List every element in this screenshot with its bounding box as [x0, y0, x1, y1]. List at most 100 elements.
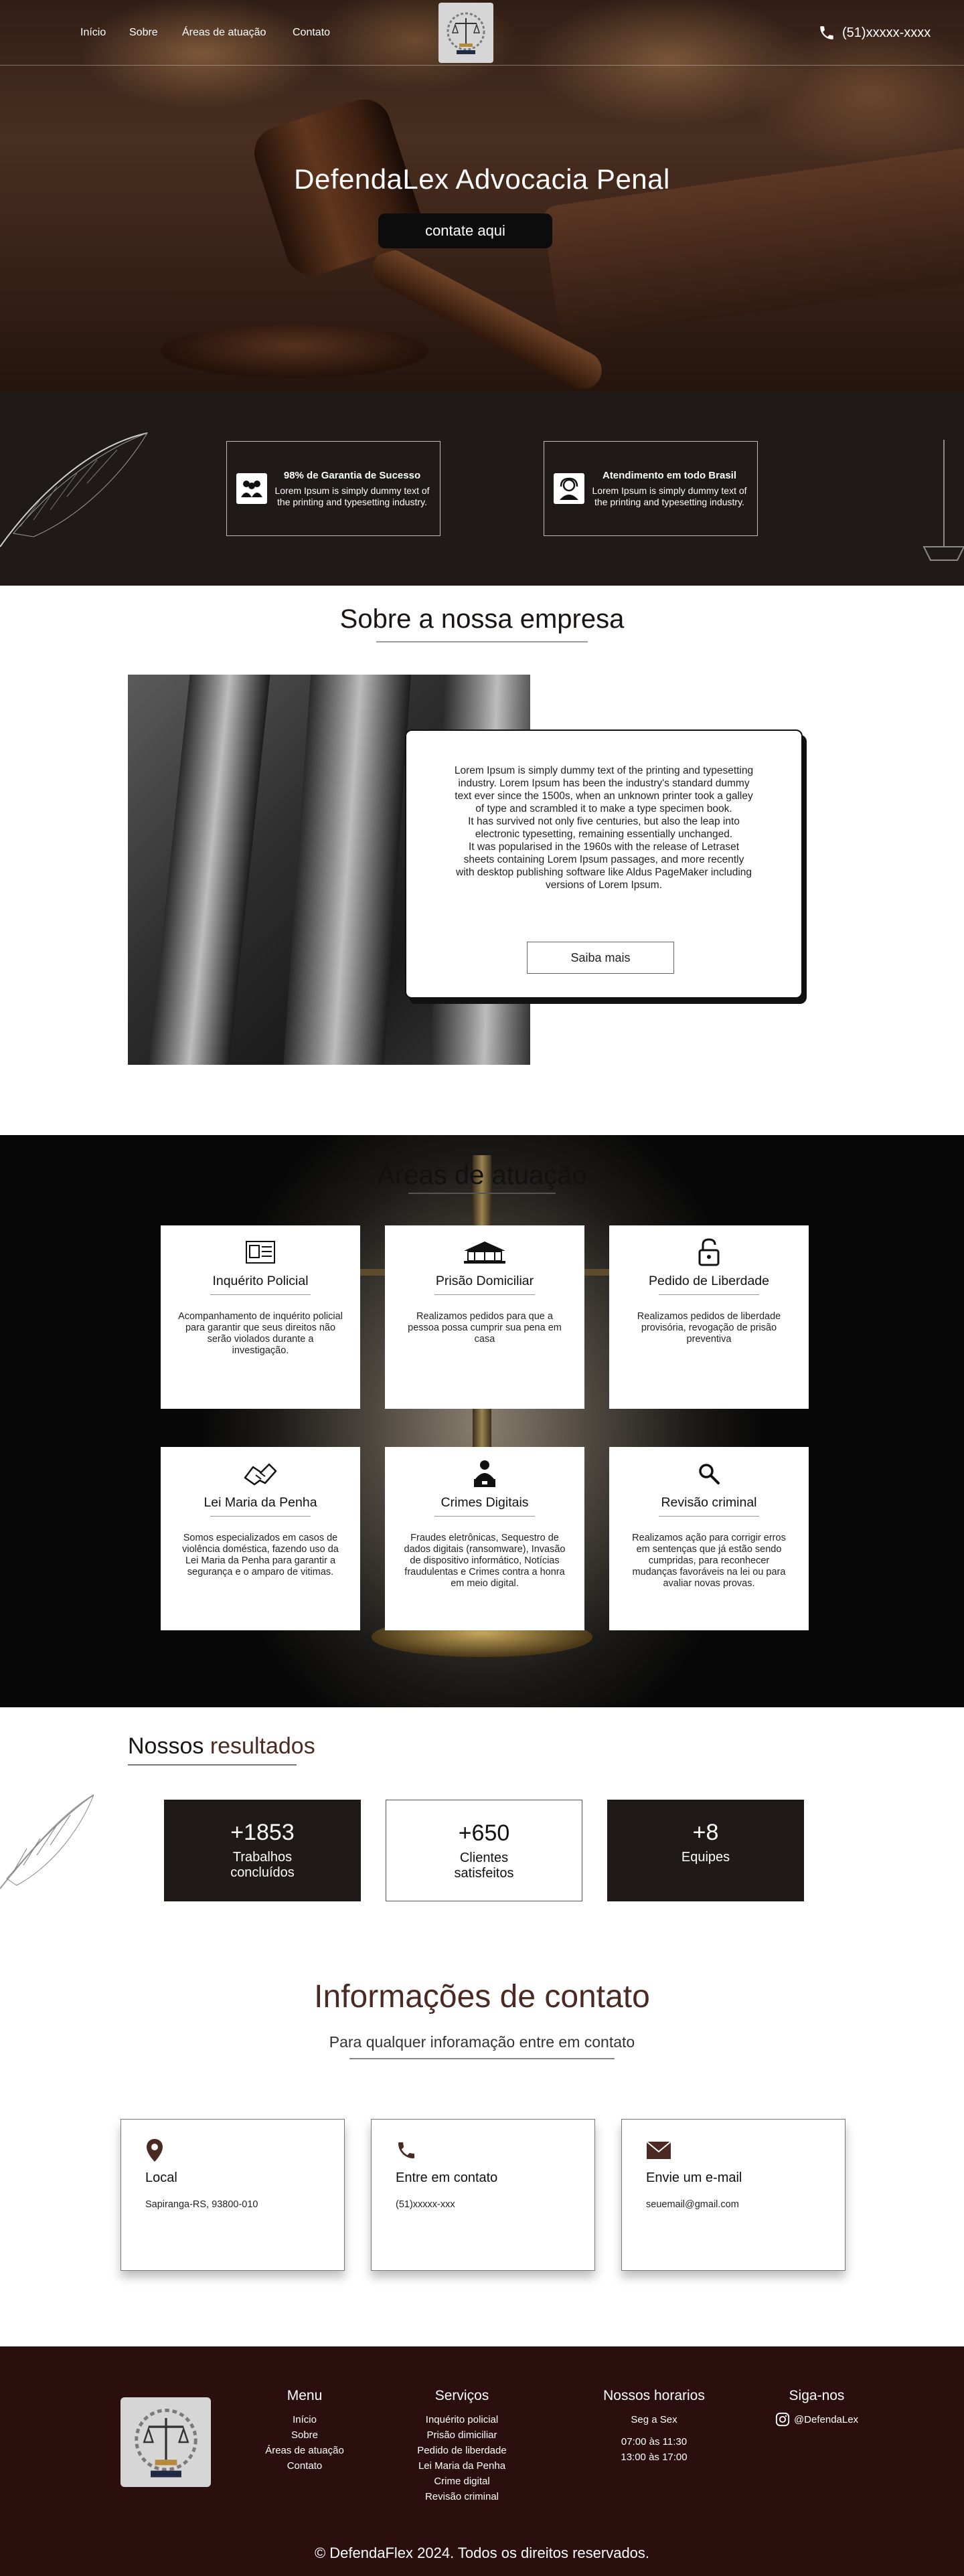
phone-icon	[396, 2137, 570, 2164]
instagram-handle: @DefendaLex	[793, 2413, 859, 2425]
instagram-link[interactable]: @DefendaLex	[756, 2412, 877, 2427]
contact-card-value[interactable]: (51)xxxxx-xxx	[396, 2199, 570, 2210]
footer-menu-link[interactable]: Início	[261, 2412, 348, 2427]
area-description: Somos especializados em casos de violênc…	[182, 1533, 339, 1577]
contact-subtitle: Para qualquer inforamação entre em conta…	[329, 2033, 635, 2051]
column-shape	[143, 675, 273, 1065]
scales-logo-icon	[447, 12, 485, 54]
nav-link-contato[interactable]: Contato	[293, 27, 330, 39]
footer-social: Siga-nos @DefendaLex	[756, 2388, 877, 2427]
area-title: Revisão criminal	[661, 1495, 757, 1510]
handshake-icon	[161, 1460, 360, 1487]
feather-quill-icon	[0, 432, 149, 547]
footer-hours-days: Seg a Sex	[631, 2414, 677, 2425]
stat-completed-works: +1853 Trabalhos concluídos	[164, 1800, 361, 1901]
nav-link-inicio[interactable]: Início	[80, 27, 106, 39]
contact-card-value[interactable]: seuemail@gmail.com	[646, 2199, 821, 2210]
stat-label: Equipes	[681, 1850, 730, 1865]
footer-logo[interactable]	[120, 2397, 211, 2487]
police-file-icon	[161, 1239, 360, 1266]
area-title-underline	[434, 1294, 535, 1295]
contact-card-title: Local	[145, 2170, 177, 2185]
area-title: Pedido de Liberdade	[649, 1274, 769, 1288]
area-title: Lei Maria da Penha	[204, 1495, 317, 1510]
header-phone-number: (51)xxxxx-xxxx	[842, 25, 931, 40]
area-title: Crimes Digitais	[440, 1495, 529, 1510]
footer-menu-link[interactable]: Áreas de atuação	[261, 2443, 348, 2458]
footer-menu-link[interactable]: Sobre	[261, 2427, 348, 2443]
area-description: Fraudes eletrônicas, Sequestro de dados …	[404, 1533, 566, 1589]
footer-service-link[interactable]: Revisão criminal	[402, 2489, 522, 2504]
footer-hours: Nossos horarios Seg a Sex 07:00 às 11:30…	[587, 2388, 721, 2465]
area-title: Prisão Domiciliar	[435, 1274, 534, 1288]
stat-value: +8	[692, 1820, 719, 1845]
instagram-icon	[775, 2412, 790, 2427]
stat-satisfied-clients: +650 Clientes satisfeitos	[386, 1800, 582, 1901]
area-card-pedido-liberdade[interactable]: Pedido de Liberdade Realizamos pedidos d…	[609, 1225, 809, 1409]
column-shape	[278, 675, 412, 1065]
top-navigation: Início Sobre Áreas de atuação Contato (5…	[0, 0, 964, 66]
phone-icon	[820, 26, 833, 39]
footer-menu-title: Menu	[287, 2388, 323, 2403]
feature-title: 98% de Garantia de Sucesso	[283, 469, 421, 481]
stat-label: concluídos	[230, 1865, 295, 1880]
envelope-icon	[646, 2137, 821, 2164]
scales-logo-icon	[134, 2409, 197, 2478]
team-icon	[236, 473, 267, 504]
footer-services: Serviços Inquérito policial Prisão dimic…	[402, 2388, 522, 2504]
area-card-revisao-criminal[interactable]: Revisão criminal Realizamos ação para co…	[609, 1447, 809, 1630]
practice-areas-section: Áreas de atuação Inquérito Policial Acom…	[0, 1135, 964, 1707]
contact-card-title: Envie um e-mail	[646, 2170, 742, 2185]
about-card: Lorem Ipsum is simply dummy text of the …	[405, 729, 803, 999]
footer-service-link[interactable]: Crime digital	[402, 2474, 522, 2489]
nav-link-sobre[interactable]: Sobre	[129, 27, 158, 39]
scales-decoration-icon	[922, 440, 964, 561]
footer-service-link[interactable]: Pedido de liberdade	[402, 2443, 522, 2458]
area-card-maria-da-penha[interactable]: Lei Maria da Penha Somos especializados …	[161, 1447, 360, 1630]
contact-card-value: Sapiranga-RS, 93800-010	[145, 2199, 258, 2210]
results-title: Nossos resultados	[128, 1733, 315, 1759]
about-title: Sobre a nossa empresa	[339, 604, 625, 634]
area-card-prisao-domiciliar[interactable]: Prisão Domiciliar Realizamos pedidos par…	[385, 1225, 584, 1409]
footer-hours-slot: 07:00 às 11:30	[621, 2436, 688, 2448]
contact-cta-button[interactable]: contate aqui	[378, 213, 552, 248]
site-logo[interactable]	[438, 3, 493, 63]
area-description: Realizamos pedidos para que a pessoa pos…	[408, 1311, 562, 1345]
nav-link-areas[interactable]: Áreas de atuação	[182, 27, 266, 39]
stat-value: +1853	[230, 1820, 295, 1845]
feature-text: Lorem Ipsum is simply dummy text of the …	[592, 485, 747, 507]
results-title-underline	[128, 1764, 297, 1766]
computer-user-icon	[385, 1460, 584, 1487]
area-card-inquerito[interactable]: Inquérito Policial Acompanhamento de inq…	[161, 1225, 360, 1409]
header-phone[interactable]: (51)xxxxx-xxxx	[818, 24, 931, 41]
area-description: Realizamos pedidos de liberdade provisór…	[637, 1311, 781, 1345]
area-description: Realizamos ação para corrigir erros em s…	[632, 1533, 786, 1589]
unlock-icon	[609, 1238, 809, 1266]
feather-quill-icon	[0, 1794, 94, 1889]
learn-more-button[interactable]: Saiba mais	[527, 942, 674, 974]
area-title-underline	[659, 1516, 759, 1517]
house-icon	[385, 1239, 584, 1266]
contact-card-location: Local Sapiranga-RS, 93800-010	[120, 2119, 345, 2271]
footer-menu: Menu Início Sobre Áreas de atuação Conta…	[261, 2388, 348, 2474]
area-title-underline	[434, 1516, 535, 1517]
results-title-highlight: resultados	[210, 1733, 315, 1759]
location-pin-icon	[145, 2137, 320, 2164]
stat-label: Trabalhos	[232, 1850, 293, 1865]
feature-title: Atendimento em todo Brasil	[602, 469, 737, 481]
footer-service-link[interactable]: Lei Maria da Penha	[402, 2458, 522, 2474]
area-title-underline	[210, 1294, 311, 1295]
area-title-underline	[210, 1516, 311, 1517]
footer-menu-link[interactable]: Contato	[261, 2458, 348, 2474]
stat-teams: +8 Equipes	[607, 1800, 804, 1901]
area-title-underline	[659, 1294, 759, 1295]
footer-service-link[interactable]: Inquérito policial	[402, 2412, 522, 2427]
area-description: Acompanhamento de inquérito policial par…	[178, 1311, 343, 1356]
stat-label: Clientes	[459, 1851, 509, 1865]
area-card-crimes-digitais[interactable]: Crimes Digitais Fraudes eletrônicas, Seq…	[385, 1447, 584, 1630]
support-agent-icon	[554, 473, 584, 504]
feature-text: Lorem Ipsum is simply dummy text of the …	[274, 485, 430, 507]
footer-service-link[interactable]: Prisão dimiciliar	[402, 2427, 522, 2443]
areas-title: Áreas de atuação	[377, 1161, 587, 1190]
contact-card-email: Envie um e-mail seuemail@gmail.com	[621, 2119, 846, 2271]
